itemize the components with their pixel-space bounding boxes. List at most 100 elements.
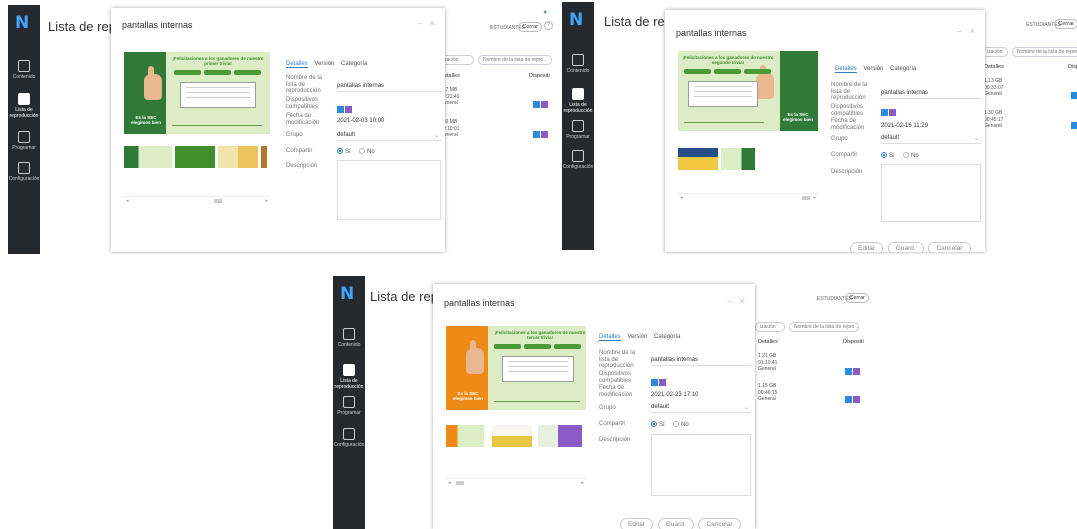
sidebar-item-programar[interactable]: Programar <box>8 131 40 151</box>
column-header-dispositivos[interactable]: Dispositi <box>529 73 550 79</box>
sidebar-item-programar[interactable]: Programar <box>333 396 365 416</box>
description-label: Descripción <box>599 437 631 443</box>
list-item[interactable]: 1.21 GB 01:10:41 General <box>758 353 777 373</box>
thumbnail[interactable] <box>261 146 267 168</box>
thumbnail-scrollbar[interactable]: ◂ ▸ <box>124 196 270 204</box>
sidebar-item-programar[interactable]: Programar <box>562 120 594 140</box>
save-button[interactable]: Guard. <box>657 518 694 529</box>
edit-button[interactable]: Editar <box>620 518 653 529</box>
group-select[interactable]: default ⌄ <box>337 132 441 141</box>
group-select[interactable]: default ⌄ <box>881 135 981 144</box>
thumbnail[interactable] <box>492 425 532 447</box>
tab-categoria[interactable]: Categoría <box>341 61 367 67</box>
logout-button[interactable]: Cerrar <box>518 22 542 32</box>
notification-icon[interactable]: ♦ <box>543 9 547 16</box>
column-header-dispositivos[interactable]: Dispositi <box>1068 64 1077 70</box>
grid-icon <box>343 328 355 340</box>
tab-version[interactable]: Versión <box>627 334 647 340</box>
search-input[interactable]: Nombre de la lista de repro... <box>789 322 859 332</box>
group-select[interactable]: default ⌄ <box>651 404 751 413</box>
edit-button[interactable]: Editar <box>850 242 883 252</box>
tab-categoria[interactable]: Categoría <box>890 66 916 72</box>
description-textarea[interactable] <box>651 434 751 496</box>
share-no-radio[interactable]: No <box>903 152 919 159</box>
list-item[interactable]: 1.15 GB 00:46:15 General <box>758 383 777 403</box>
column-header-detalles[interactable]: Detalles <box>984 64 1004 70</box>
sidebar: N Contenido Lista de reproducción Progra… <box>333 276 365 529</box>
group-label: Grupo <box>599 405 616 411</box>
list-item[interactable]: 1.13 GB 00:33:07 General <box>984 78 1003 98</box>
thumbnail[interactable] <box>124 146 172 168</box>
description-textarea[interactable] <box>337 160 441 220</box>
sidebar-item-configuracion[interactable]: Configuración <box>333 428 365 448</box>
sidebar-item-configuracion[interactable]: Configuración <box>8 162 40 182</box>
share-label: Compartir <box>599 421 626 427</box>
thumbnail[interactable] <box>538 425 582 447</box>
device-icons <box>845 362 861 380</box>
thumbnail[interactable] <box>678 148 718 170</box>
app-logo: N <box>15 13 30 33</box>
close-icon[interactable]: × <box>740 296 745 306</box>
thumbnail[interactable] <box>721 148 755 170</box>
sidebar-item-lista[interactable]: Lista de reproducción <box>333 364 365 390</box>
tab-detalles[interactable]: Detalles <box>835 66 857 73</box>
tab-detalles[interactable]: Detalles <box>286 61 308 68</box>
playlist-name-input[interactable]: pantallas internas <box>651 357 751 366</box>
save-button[interactable]: Guard. <box>887 242 924 252</box>
thumbnail[interactable] <box>446 425 484 447</box>
sort-dropdown[interactable]: ización <box>755 322 785 332</box>
search-input[interactable]: Nombre de la lista de repro... <box>478 55 552 65</box>
playlist-name-input[interactable]: pantallas internas <box>881 90 981 99</box>
modified-value: 2021-02-23 17:10 <box>651 392 699 398</box>
thumbnail[interactable] <box>218 146 258 168</box>
column-header-detalles[interactable]: Detalles <box>758 339 778 345</box>
share-yes-radio[interactable]: Sí <box>881 152 895 159</box>
column-header-dispositivos[interactable]: Dispositi <box>843 339 864 345</box>
sidebar-item-contenido[interactable]: Contenido <box>562 54 594 74</box>
sidebar-item-configuracion[interactable]: Configuración <box>562 150 594 170</box>
compat-label: Dispositivos compatibles <box>599 371 632 384</box>
share-no-radio[interactable]: No <box>673 421 689 428</box>
sidebar: N Contenido Lista de reproducción Progra… <box>8 5 40 254</box>
sidebar-item-lista[interactable]: Lista de reproducción <box>8 93 40 119</box>
cancel-button[interactable]: Cancelar <box>698 518 741 529</box>
sidebar-item-contenido[interactable]: Contenido <box>333 328 365 348</box>
close-icon[interactable]: × <box>430 18 435 28</box>
screenshot-1: N Contenido Lista de reproducción Progra… <box>8 5 555 254</box>
share-no-radio[interactable]: No <box>359 148 375 155</box>
search-input[interactable]: Nombre de la lista de repro... <box>1012 47 1077 57</box>
tab-detalles[interactable]: Detalles <box>599 334 621 341</box>
minimize-icon[interactable]: – <box>418 19 422 28</box>
description-label: Descripción <box>831 169 863 175</box>
group-label: Grupo <box>831 136 848 142</box>
logout-button[interactable]: Cerrar <box>845 293 869 303</box>
sidebar-item-contenido[interactable]: Contenido <box>8 60 40 80</box>
share-yes-radio[interactable]: Sí <box>651 421 665 428</box>
description-textarea[interactable] <box>881 164 981 222</box>
thumbnail-scrollbar[interactable]: ◂ ▸ <box>678 193 818 201</box>
minimize-icon[interactable]: – <box>728 297 732 306</box>
thumbnail-strip[interactable] <box>446 425 596 447</box>
close-icon[interactable]: × <box>970 26 975 36</box>
modified-value: 2021-02-03 10:00 <box>337 118 385 124</box>
help-icon[interactable]: ? <box>544 21 553 30</box>
tab-categoria[interactable]: Categoría <box>654 334 680 340</box>
thumbnail-strip[interactable] <box>678 148 828 170</box>
tab-version[interactable]: Versión <box>863 66 883 72</box>
minimize-icon[interactable]: – <box>958 27 962 36</box>
list-item[interactable]: 1.30 GB 00:45:17 General <box>984 110 1003 130</box>
share-yes-radio[interactable]: Sí <box>337 148 351 155</box>
thumbs-up-image <box>144 66 162 100</box>
dialog-tabs: Detalles Versión Categoría <box>835 66 921 73</box>
sidebar-item-lista[interactable]: Lista de reproducción <box>562 88 594 114</box>
sort-dropdown[interactable]: ización <box>982 47 1008 57</box>
thumbnail[interactable] <box>175 146 215 168</box>
logout-button[interactable]: Cerrar <box>1054 19 1077 29</box>
tab-version[interactable]: Versión <box>314 61 334 67</box>
modified-label: Fecha de modificación <box>286 113 320 126</box>
thumbnail-scrollbar[interactable]: ◂ ▸ <box>446 478 586 486</box>
cancel-button[interactable]: Cancelar <box>928 242 971 252</box>
playlist-dialog: pantallas internas – × ¡Felicitaciones a… <box>111 8 445 252</box>
thumbnail-strip[interactable] <box>124 146 274 168</box>
playlist-name-input[interactable]: pantallas internas <box>337 83 441 92</box>
